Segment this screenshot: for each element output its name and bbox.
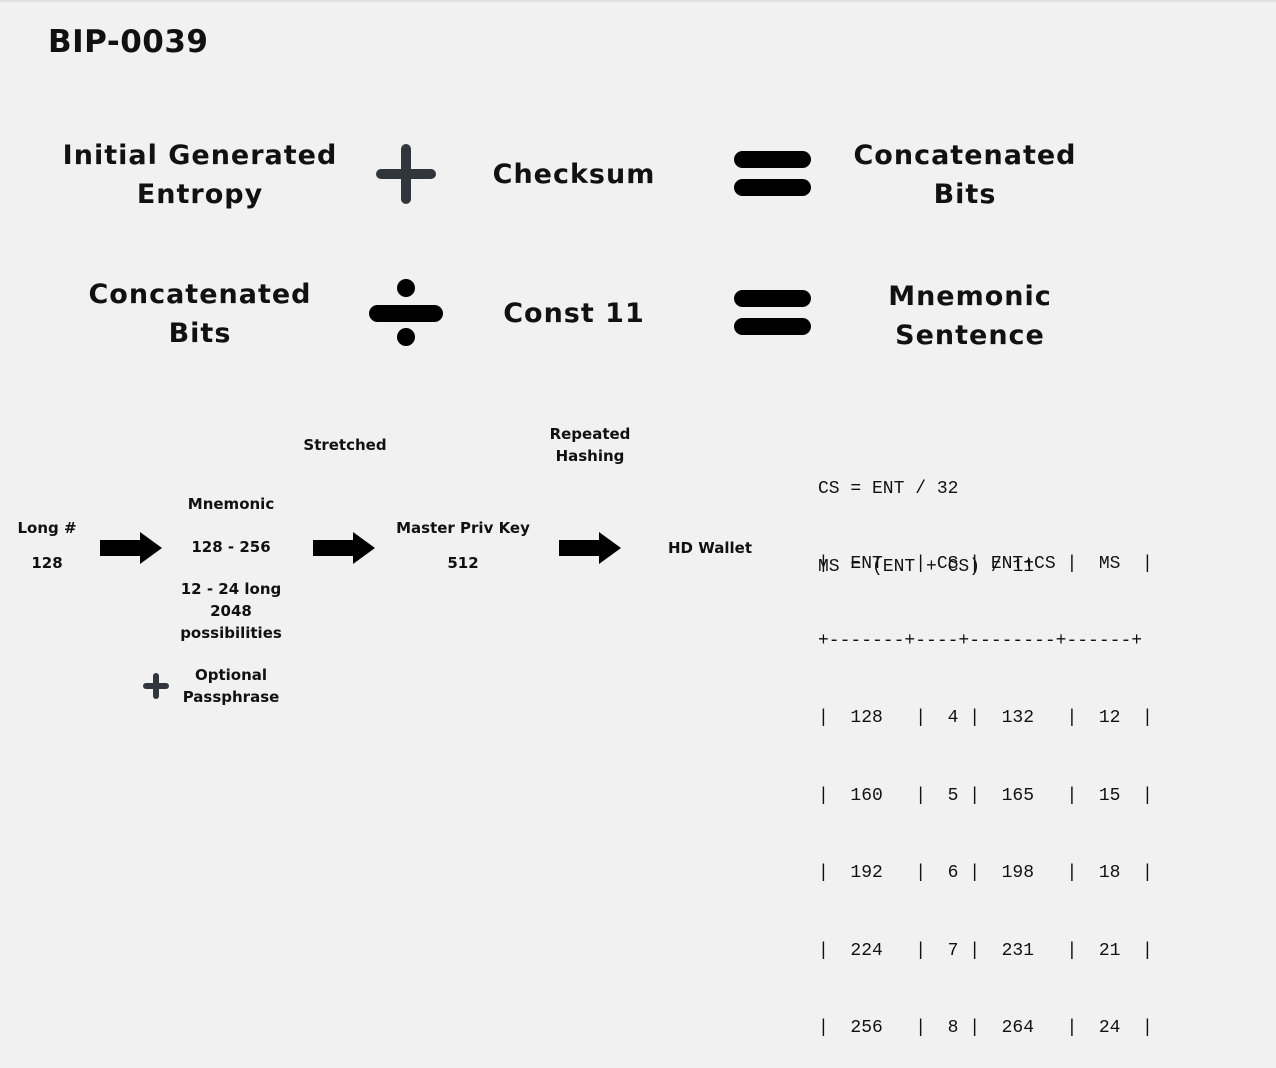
text-line: Entropy <box>136 179 264 210</box>
text-line: 512 <box>447 554 479 572</box>
bits-table: | ENT | CS | ENT+CS | MS | +-------+----… <box>818 500 1153 1068</box>
optional-passphrase: Optional Passphrase <box>170 664 292 708</box>
table-row: | 128 | 4 | 132 | 12 | <box>818 708 1153 729</box>
hd-wallet-label: HD Wallet <box>668 539 752 557</box>
arrow-right-icon <box>313 532 375 564</box>
text-line: 2048 <box>210 602 252 620</box>
text-line: possibilities <box>180 624 282 642</box>
text-line: 128 <box>31 554 63 572</box>
stretched-label: Stretched <box>303 436 387 454</box>
long-number: Long # 128 <box>5 517 89 574</box>
text-line: Bits <box>933 179 997 210</box>
table-row: | 192 | 6 | 198 | 18 | <box>818 863 1153 884</box>
plus-icon <box>143 673 169 699</box>
text-line: Master Priv Key <box>396 519 530 537</box>
text-line: Repeated <box>549 425 631 443</box>
text-line: Concatenated <box>88 279 312 310</box>
text-line: 12 - 24 long <box>180 580 282 598</box>
repeated-hashing-label: Repeated Hashing <box>535 423 645 467</box>
arrow-right-icon <box>559 532 621 564</box>
text-line: 128 - 256 <box>191 538 271 556</box>
text-line: Optional <box>194 666 268 684</box>
equation-2-result: Mnemonic Sentence <box>840 277 1100 355</box>
equation-2-middle: Const 11 <box>503 298 645 329</box>
table-row: | 256 | 8 | 264 | 24 | <box>818 1017 1153 1038</box>
equation-1-result: Concatenated Bits <box>835 136 1095 214</box>
text-line: Concatenated <box>853 140 1077 171</box>
page-title: BIP-0039 <box>48 24 209 60</box>
equation-1-left: Initial Generated Entropy <box>60 136 340 214</box>
equation-2-left: Concatenated Bits <box>60 275 340 353</box>
mnemonic-block: Mnemonic 128 - 256 12 - 24 long 2048 pos… <box>160 493 302 644</box>
text-line: Long # <box>17 519 77 537</box>
table-header: | ENT | CS | ENT+CS | MS | <box>818 553 1153 574</box>
arrow-right-icon <box>100 532 162 564</box>
text-line: Mnemonic <box>888 281 1052 312</box>
formula-cs: CS = ENT / 32 <box>818 479 959 499</box>
equation-1-middle: Checksum <box>492 159 656 190</box>
plus-icon <box>376 144 436 204</box>
table-row: | 224 | 7 | 231 | 21 | <box>818 940 1153 961</box>
text-line: Mnemonic <box>187 495 275 513</box>
text-line: Sentence <box>895 320 1045 351</box>
text-line: Passphrase <box>182 688 280 706</box>
text-line: Initial Generated <box>62 140 338 171</box>
master-key-block: Master Priv Key 512 <box>383 517 543 574</box>
divide-icon <box>369 279 443 346</box>
table-row: | 160 | 5 | 165 | 15 | <box>818 785 1153 806</box>
equals-icon <box>734 290 811 335</box>
table-separator: +-------+----+--------+------+ <box>818 630 1143 651</box>
text-line: Hashing <box>555 447 625 465</box>
text-line: Bits <box>168 318 232 349</box>
equals-icon <box>734 151 811 196</box>
